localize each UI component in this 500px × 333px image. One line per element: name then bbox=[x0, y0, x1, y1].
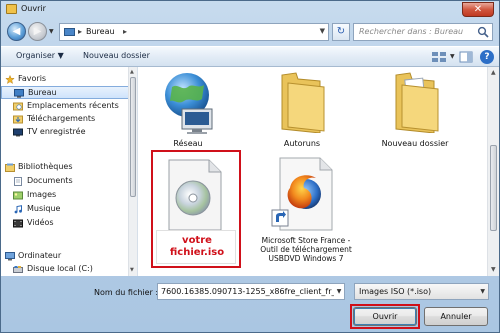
sidebar-item-label: Disque local (C:) bbox=[27, 264, 93, 273]
iso-annotation-label: votre fichier.iso bbox=[169, 235, 225, 258]
dialog-footer: Nom du fichier : 7600.16385.090713-1255_… bbox=[1, 276, 499, 332]
images-icon bbox=[13, 191, 23, 200]
sidebar-item-label: TV enregistrée bbox=[27, 127, 86, 136]
refresh-button[interactable]: ↻ bbox=[332, 23, 350, 41]
sidebar-item-videos[interactable]: Vidéos bbox=[1, 217, 129, 230]
sidebar-item-bureau[interactable]: Bureau bbox=[1, 86, 129, 99]
sidebar-item-musique[interactable]: Musique bbox=[1, 203, 129, 216]
recent-locations-dropdown[interactable]: ▼ bbox=[49, 28, 54, 35]
filename-dropdown[interactable]: ▼ bbox=[334, 284, 344, 299]
file-item-label: Réseau bbox=[173, 139, 203, 148]
file-item-nouveau-dossier[interactable]: Nouveau dossier bbox=[370, 67, 460, 152]
chevron-down-icon[interactable]: ▼ bbox=[480, 288, 485, 295]
content-scroll-thumb[interactable] bbox=[490, 145, 497, 231]
address-separator[interactable]: ▸ bbox=[78, 27, 82, 36]
file-item-iso[interactable]: votre fichier.iso bbox=[151, 150, 241, 268]
address-location[interactable]: Bureau bbox=[86, 27, 115, 36]
file-item-label: Autoruns bbox=[283, 139, 321, 148]
view-dropdown[interactable]: ▼ bbox=[450, 53, 455, 67]
open-highlight-frame bbox=[350, 304, 420, 329]
window-title: Ouvrir bbox=[21, 4, 46, 13]
view-icon[interactable] bbox=[429, 50, 449, 64]
breadcrumb-arrow[interactable]: ▸ bbox=[123, 27, 127, 36]
search-icon[interactable] bbox=[477, 26, 489, 38]
drive-icon bbox=[13, 266, 23, 273]
recent-places-icon bbox=[13, 102, 23, 111]
sidebar-item-downloads[interactable]: Téléchargements bbox=[1, 113, 129, 126]
title-bar: Ouvrir ✕ bbox=[1, 1, 499, 18]
navigation-bar: ◀ ▶ ▼ ▸ Bureau ▸ ▼ ↻ Rechercher dans : B… bbox=[1, 20, 499, 44]
videos-icon bbox=[13, 219, 23, 228]
sidebar-group-label: Bibliothèques bbox=[18, 162, 73, 171]
sidebar-item-recent-places[interactable]: Emplacements récents bbox=[1, 100, 129, 113]
filename-value[interactable]: 7600.16385.090713-1255_x86fre_client_fr_… bbox=[161, 287, 344, 296]
desktop-icon bbox=[14, 89, 24, 98]
sidebar-item-recorded-tv[interactable]: TV enregistrée bbox=[1, 126, 129, 139]
sidebar-group-favoris[interactable]: Favoris bbox=[1, 73, 129, 86]
sidebar-item-label: Téléchargements bbox=[27, 114, 96, 123]
firefox-shortcut-icon bbox=[271, 157, 333, 231]
navigation-pane: Favoris Bureau Emplacements récents Télé… bbox=[1, 67, 138, 276]
scroll-down-arrow[interactable]: ▼ bbox=[130, 267, 134, 273]
desktop-icon bbox=[64, 28, 75, 36]
iso-disc-file-icon bbox=[168, 159, 222, 231]
back-button[interactable]: ◀ bbox=[7, 22, 26, 41]
search-input[interactable]: Rechercher dans : Bureau bbox=[353, 23, 493, 41]
sidebar-item-label: Emplacements récents bbox=[27, 101, 119, 110]
network-globe-icon bbox=[165, 73, 213, 134]
address-dropdown[interactable]: ▼ bbox=[320, 27, 325, 35]
filetype-value: Images ISO (*.iso) bbox=[359, 287, 432, 296]
sidebar-group-label: Ordinateur bbox=[18, 251, 62, 260]
filetype-select[interactable]: Images ISO (*.iso) ▼ bbox=[354, 283, 489, 300]
search-placeholder: Rechercher dans : Bureau bbox=[359, 27, 464, 36]
file-item-reseau[interactable]: Réseau bbox=[148, 67, 228, 152]
file-item-label: Nouveau dossier bbox=[381, 139, 449, 148]
sidebar-item-label: Musique bbox=[27, 204, 61, 213]
computer-icon bbox=[5, 252, 15, 261]
file-item-label: Microsoft Store France - Outil de téléch… bbox=[260, 236, 352, 263]
folder-icon bbox=[6, 4, 17, 14]
scroll-down-arrow[interactable]: ▼ bbox=[491, 266, 496, 273]
documents-icon bbox=[14, 177, 22, 186]
new-folder-button[interactable]: Nouveau dossier bbox=[83, 51, 150, 60]
content-scrollbar[interactable]: ▲ ▼ bbox=[487, 67, 499, 276]
scroll-up-arrow[interactable]: ▲ bbox=[130, 69, 134, 75]
help-button[interactable]: ? bbox=[480, 50, 494, 64]
libraries-icon bbox=[5, 163, 15, 172]
sidebar-group-label: Favoris bbox=[18, 74, 47, 83]
file-list: Réseau Autoruns Nouveau dossier votre fi… bbox=[138, 67, 487, 276]
sidebar-scroll-thumb[interactable] bbox=[130, 77, 136, 197]
file-item-firefox-shortcut[interactable]: Microsoft Store France - Outil de téléch… bbox=[258, 150, 354, 270]
forward-button[interactable]: ▶ bbox=[28, 22, 47, 41]
filename-label: Nom du fichier : bbox=[94, 288, 159, 297]
preview-pane-icon[interactable] bbox=[459, 50, 473, 64]
filename-input[interactable]: 7600.16385.090713-1255_x86fre_client_fr_… bbox=[157, 283, 345, 300]
iso-annotation-box: votre fichier.iso bbox=[156, 230, 236, 264]
address-bar[interactable]: ▸ Bureau ▸ ▼ bbox=[59, 23, 329, 41]
open-file-dialog: Ouvrir ✕ ◀ ▶ ▼ ▸ Bureau ▸ ▼ ↻ Rechercher… bbox=[0, 0, 500, 333]
music-icon bbox=[14, 205, 22, 214]
cancel-button[interactable]: Annuler bbox=[424, 307, 488, 326]
sidebar-item-local-disk[interactable]: Disque local (C:) bbox=[1, 263, 129, 276]
sidebar-item-label: Bureau bbox=[28, 88, 57, 97]
file-item-autoruns[interactable]: Autoruns bbox=[262, 67, 342, 152]
command-bar: Organiser ▼ Nouveau dossier ▼ ? bbox=[1, 46, 499, 67]
sidebar-item-images[interactable]: Images bbox=[1, 189, 129, 202]
sidebar-group-bibliotheques[interactable]: Bibliothèques bbox=[1, 161, 129, 174]
sidebar-item-label: Documents bbox=[27, 176, 73, 185]
close-button[interactable]: ✕ bbox=[462, 2, 494, 17]
sidebar-item-label: Images bbox=[27, 190, 57, 199]
organize-menu[interactable]: Organiser ▼ bbox=[16, 51, 64, 60]
scroll-up-arrow[interactable]: ▲ bbox=[491, 69, 496, 76]
folder-icon bbox=[281, 72, 325, 133]
star-icon bbox=[5, 75, 15, 84]
downloads-icon bbox=[13, 115, 23, 124]
folder-icon bbox=[395, 72, 439, 133]
sidebar-group-ordinateur[interactable]: Ordinateur bbox=[1, 250, 129, 263]
sidebar-item-documents[interactable]: Documents bbox=[1, 175, 129, 188]
sidebar-item-label: Vidéos bbox=[27, 218, 54, 227]
sidebar-scrollbar[interactable]: ▲ ▼ bbox=[128, 67, 137, 276]
recorded-tv-icon bbox=[13, 128, 23, 137]
